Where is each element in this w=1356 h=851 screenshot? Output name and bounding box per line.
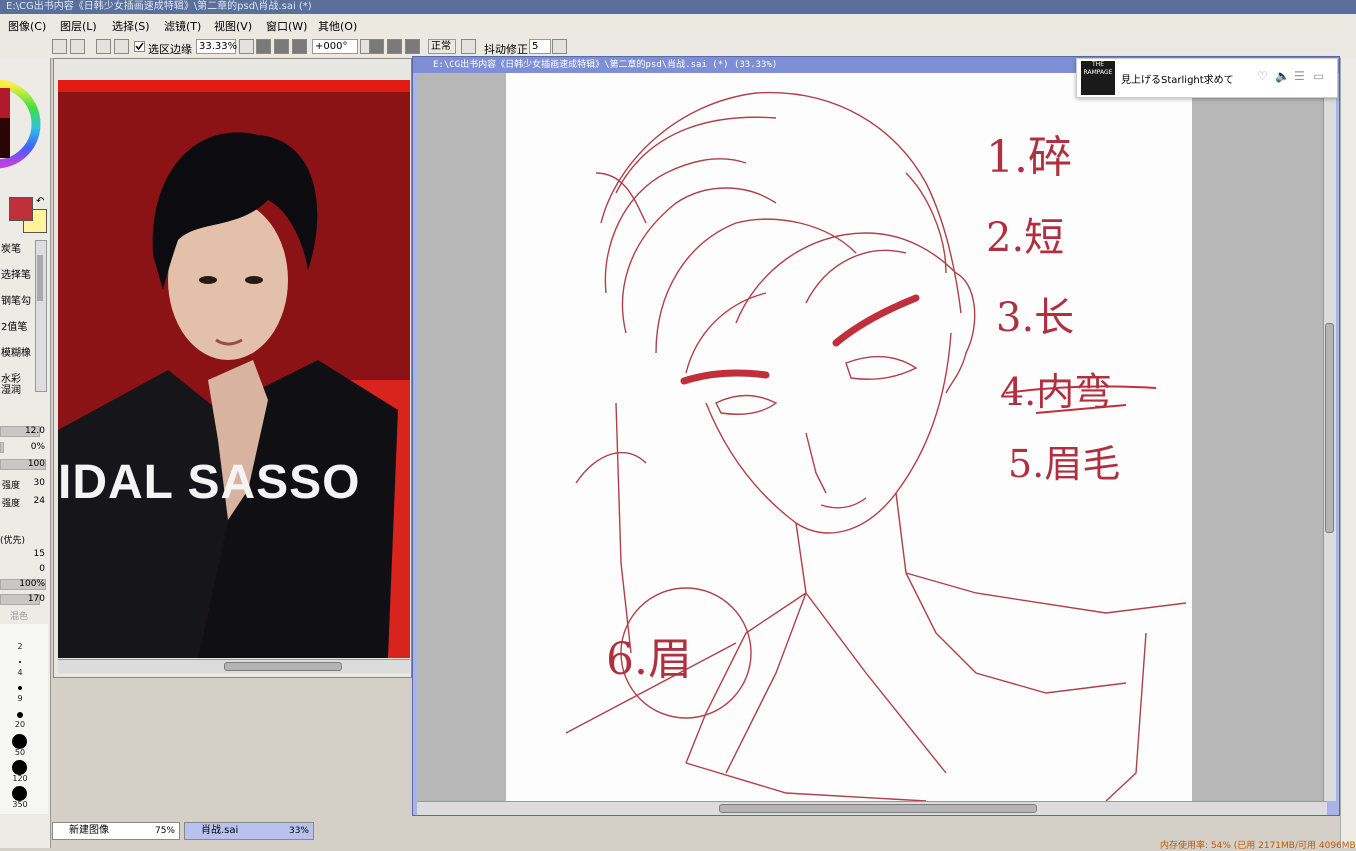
brush-dot <box>18 686 22 690</box>
param-v4[interactable]: 170 <box>0 594 48 607</box>
param-density[interactable]: 100 <box>0 459 48 472</box>
brush-dot <box>12 734 27 749</box>
undo-icon[interactable] <box>52 39 67 54</box>
menu-filter[interactable]: 滤镜(T) <box>164 18 201 34</box>
brush-size-label: 2 <box>17 642 23 651</box>
color-wheel[interactable] <box>0 58 50 193</box>
canvas-window: E:\CG出书内容《日韩少女插画速成特辑》\第二章的psd\肖战.sai (*)… <box>412 56 1340 816</box>
brush-size-label: 120 <box>12 774 28 783</box>
stabilizer-field[interactable]: 5 <box>529 39 551 54</box>
tool-wet[interactable]: 湿润 <box>0 381 34 407</box>
zoom-out-icon[interactable] <box>256 39 271 54</box>
rotation-field[interactable]: +000° <box>312 39 358 54</box>
memory-status: 内存使用率: 54% (已用 2171MB/可用 4096MB) <box>1160 841 1356 851</box>
zoom-in-icon[interactable] <box>274 39 289 54</box>
param-size[interactable]: 12.0 <box>0 426 48 439</box>
brush-size-grid[interactable]: 2 4 9 20 50 120 350 <box>0 624 48 814</box>
playlist-icon[interactable]: ☰ <box>1294 69 1305 83</box>
brush-dot <box>12 786 27 801</box>
redo-icon[interactable] <box>70 39 85 54</box>
reference-window: IDAL SASSO <box>53 58 412 678</box>
music-popup[interactable]: THE RAMPAGE 見上げるStarlight求めて ♡ 🔈 ☰ ▭ <box>1076 58 1338 98</box>
param-v1[interactable]: 15 <box>0 549 48 562</box>
annotation-3: 3.长 <box>996 295 1075 341</box>
menu-select[interactable]: 选择(S) <box>112 18 150 34</box>
doc-tab-xiaozhan[interactable]: 肖战.sai 33% <box>184 822 314 840</box>
annotation-2: 2.短 <box>986 215 1065 261</box>
zoom-field[interactable]: 33.33% <box>196 39 237 54</box>
brush-size-label: 20 <box>14 720 26 729</box>
volume-icon[interactable]: 🔈 <box>1275 69 1290 83</box>
tool-selection-pen[interactable]: 选择笔 <box>0 266 34 292</box>
selection-edge-checkbox[interactable] <box>134 41 145 52</box>
brush-size-label: 4 <box>17 668 23 677</box>
blend-mode-button[interactable]: 正常 <box>428 39 456 54</box>
tool-charcoal[interactable]: 炭笔 <box>0 240 34 266</box>
annotation-4: 4.内弯 <box>1000 370 1113 414</box>
param-priority[interactable]: (优先) <box>0 533 48 546</box>
tool-blur-eraser[interactable]: 模糊橡 <box>0 344 34 370</box>
window-title: E:\CG出书内容《日韩少女插画速成特辑》\第二章的psd\肖战.sai (*) <box>6 1 312 12</box>
canvas-area[interactable]: 1.碎 2.短 3.长 4.内弯 5.眉毛 6.眉 <box>417 73 1327 801</box>
brush-dot <box>17 712 23 718</box>
annotation-6: 6.眉 <box>606 634 692 685</box>
menu-window[interactable]: 窗口(W) <box>266 18 307 34</box>
param-mix[interactable]: 混色 <box>0 609 48 622</box>
checkmark-icon <box>135 42 144 51</box>
canvas-vscroll-thumb[interactable] <box>1325 323 1334 533</box>
annotation-5: 5.眉毛 <box>1008 442 1121 486</box>
tool-binary-pen[interactable]: 2值笔 <box>0 318 34 344</box>
menu-bar: 图像(C) 图层(L) 选择(S) 滤镜(T) 视图(V) 窗口(W) 其他(O… <box>0 14 1356 37</box>
tool-pen-outline[interactable]: 钢笔勾 <box>0 292 34 318</box>
menu-layer[interactable]: 图层(L) <box>60 18 97 34</box>
window-title-bar: E:\CG出书内容《日韩少女插画速成特辑》\第二章的psd\肖战.sai (*) <box>0 0 1356 14</box>
brush-size-label: 350 <box>12 800 28 809</box>
param-strength-2[interactable]: 强度 24 <box>0 496 48 509</box>
ad-banner-text: IDAL SASSO <box>58 456 361 509</box>
tool-scroll-thumb[interactable] <box>37 255 43 301</box>
brush-size-label: 50 <box>14 748 26 757</box>
invert-selection-icon[interactable] <box>114 39 129 54</box>
right-panel-edge <box>1340 58 1356 848</box>
menu-view[interactable]: 视图(V) <box>214 18 252 34</box>
deselect-icon[interactable] <box>96 39 111 54</box>
rotate-right-icon[interactable] <box>387 39 402 54</box>
doc-tab-new-image[interactable]: 新建图像 75% <box>52 822 180 840</box>
swap-colors-icon[interactable]: ↶ <box>36 196 44 207</box>
stabilizer-dropdown-icon[interactable] <box>552 39 567 54</box>
annotation-1: 1.碎 <box>986 132 1072 183</box>
ref-scroll-thumb[interactable] <box>224 662 342 671</box>
tool-scrollbar[interactable] <box>35 240 47 392</box>
heart-icon[interactable]: ♡ <box>1257 69 1268 83</box>
song-title: 見上げるStarlight求めて <box>1121 75 1234 86</box>
portrait-illustration <box>58 80 410 658</box>
rotate-left-icon[interactable] <box>369 39 384 54</box>
menu-image[interactable]: 图像(C) <box>8 18 46 34</box>
menu-other[interactable]: 其他(O) <box>318 18 357 34</box>
canvas-vertical-scrollbar[interactable] <box>1323 73 1336 801</box>
canvas-horizontal-scrollbar[interactable] <box>417 801 1327 815</box>
reference-photo: IDAL SASSO <box>58 80 410 658</box>
tool-panel: ↶ 炭笔 选择笔 钢笔勾 2值笔 模糊橡 水彩 湿润 12.0 0% 100 强… <box>0 58 51 848</box>
param-min-size[interactable]: 0% <box>0 442 48 455</box>
brush-dot <box>12 760 27 775</box>
stabilizer-label: 抖动修正 <box>484 43 528 56</box>
selection-edge-label: 选区边缘 <box>148 43 192 56</box>
zoom-dropdown-icon[interactable] <box>239 39 254 54</box>
rotate-reset-icon[interactable] <box>405 39 420 54</box>
param-v3[interactable]: 100% <box>0 579 48 592</box>
zoom-reset-icon[interactable] <box>292 39 307 54</box>
flip-icon[interactable] <box>461 39 476 54</box>
param-v2[interactable]: 0 <box>0 564 48 577</box>
ref-horizontal-scrollbar[interactable] <box>58 659 410 673</box>
brush-size-label: 9 <box>17 694 23 703</box>
brush-dot <box>19 661 21 663</box>
canvas-hscroll-thumb[interactable] <box>719 804 1037 813</box>
album-cover: THE RAMPAGE <box>1081 61 1115 95</box>
primary-color-swatch[interactable] <box>9 197 33 221</box>
param-strength-1[interactable]: 强度 30 <box>0 478 48 491</box>
drawing-paper[interactable]: 1.碎 2.短 3.长 4.内弯 5.眉毛 6.眉 <box>506 73 1192 801</box>
lyrics-icon[interactable]: ▭ <box>1313 69 1324 83</box>
album-label: THE RAMPAGE <box>1083 61 1113 76</box>
